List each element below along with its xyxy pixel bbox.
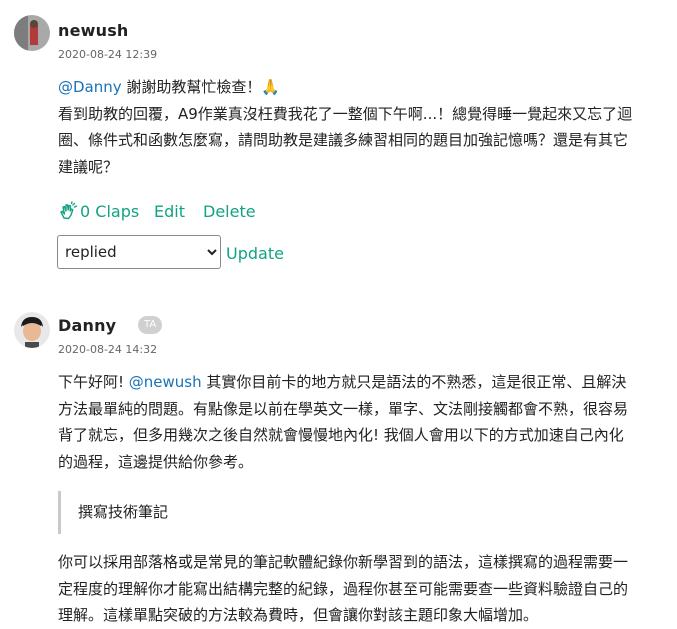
ta-badge: TA bbox=[138, 316, 163, 334]
comment-text: 下午好阿! @newush 其實你目前卡的地方就只是語法的不熟悉，這是很正常、且… bbox=[58, 369, 670, 475]
mention-link[interactable]: @Danny bbox=[58, 78, 122, 96]
comment-text-segment: 謝謝助教幫忙檢查！🙏 bbox=[121, 78, 281, 96]
comment-paragraph: 你可以採用部落格或是常見的筆記軟體紀錄你新學習到的語法，這樣撰寫的過程需要一 定程… bbox=[58, 549, 670, 629]
update-button[interactable]: Update bbox=[226, 244, 284, 263]
comment-timestamp: 2020-08-24 14:32 bbox=[58, 343, 158, 356]
comment-text-line: 圈、條件式和函數怎麼寫，請問助教是建議多練習相同的題目加強記憶嗎？還是有其它 bbox=[58, 131, 629, 149]
comment-text-line: 建議呢？ bbox=[58, 157, 119, 176]
blockquote: 撰寫技術筆記 bbox=[58, 491, 168, 534]
comment-text-line: 定程度的理解你才能寫出結構完整的紀錄，過程你甚至可能需要查一些資料驗證自己的 bbox=[58, 579, 629, 598]
comment-text: @Danny 謝謝助教幫忙檢查！🙏 看到助教的回覆，A9作業真沒枉費我花了一整個下… bbox=[58, 74, 670, 180]
comment-text-line: 的過程，這邊提供給你參考。 bbox=[58, 452, 254, 471]
author-name[interactable]: Danny bbox=[58, 316, 116, 335]
comment-text-line: 看到助教的回覆，A9作業真沒枉費我花了一整個下午啊...！總覺得睡一覺起來又忘了… bbox=[58, 104, 633, 123]
comment-text: 你可以採用部落格或是常見的筆記軟體紀錄你新學習到的語法，這樣撰寫的過程需要一 定程… bbox=[58, 549, 670, 629]
comment-text-line: 背了就忘，但多用幾次之後自然就會慢慢地內化! 我個人會用以下的方式加速自己內化 bbox=[58, 426, 624, 444]
status-select[interactable]: replied bbox=[57, 235, 221, 269]
claps-count[interactable]: 0 Claps bbox=[80, 202, 139, 221]
comment-body: 下午好阿! @newush 其實你目前卡的地方就只是語法的不熟悉，這是很正常、且… bbox=[58, 369, 670, 475]
clap-icon bbox=[58, 201, 78, 221]
comment-body: @Danny 謝謝助教幫忙檢查！🙏 看到助教的回覆，A9作業真沒枉費我花了一整個下… bbox=[58, 74, 670, 180]
comment-text-line: 方法最單純的問題。有點像是以前在學英文一樣，單字、文法剛接觸都會不熟，很容易 bbox=[58, 399, 629, 418]
delete-link[interactable]: Delete bbox=[203, 202, 256, 221]
author-name[interactable]: newush bbox=[58, 21, 129, 40]
comment-text-line: 你可以採用部落格或是常見的筆記軟體紀錄你新學習到的語法，這樣撰寫的過程需要一 bbox=[58, 553, 629, 571]
edit-link[interactable]: Edit bbox=[154, 202, 185, 221]
comment-timestamp: 2020-08-24 12:39 bbox=[58, 48, 158, 61]
mention-link[interactable]: @newush bbox=[129, 373, 202, 391]
comment-text-segment: 下午好阿! bbox=[58, 373, 129, 391]
avatar[interactable] bbox=[14, 15, 50, 51]
avatar[interactable] bbox=[14, 312, 50, 348]
comment-text-segment: 其實你目前卡的地方就只是語法的不熟悉，這是很正常、且解決 bbox=[201, 373, 627, 391]
clap-button[interactable]: 0 Claps bbox=[58, 201, 139, 221]
comment-text-line: 理解。這樣單點突破的方法較為費時，但會讓你對該主題印象大幅增加。 bbox=[58, 606, 539, 624]
